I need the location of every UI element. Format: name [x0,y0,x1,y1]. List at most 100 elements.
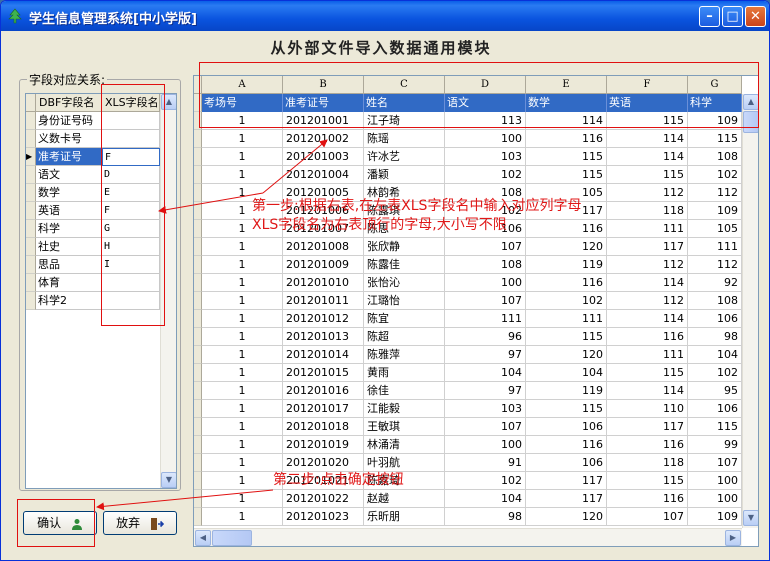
sheet-cell[interactable]: 1 [202,382,283,400]
sheet-cell[interactable]: 王敏琪 [364,418,445,436]
scroll-down-icon[interactable]: ▼ [161,472,176,488]
sheet-cell[interactable]: 201201018 [283,418,364,436]
xls-field-input[interactable]: F [102,148,160,166]
sheet-cell[interactable]: 112 [607,292,688,310]
title-bar[interactable]: 学生信息管理系统[中小学版] – □ ✕ [1,1,769,31]
sheet-cell[interactable]: 1 [202,310,283,328]
sheet-cell[interactable]: 103 [445,148,526,166]
sheet-cell[interactable]: 97 [445,382,526,400]
sheet-cell[interactable]: 106 [688,310,742,328]
sheet-cell[interactable]: 1 [202,508,283,526]
sheet-cell[interactable]: 115 [688,418,742,436]
sheet-cell[interactable]: 119 [526,256,607,274]
sheet-cell[interactable]: 106 [526,454,607,472]
sheet-cell[interactable]: 112 [607,256,688,274]
sheet-cell[interactable]: 102 [526,292,607,310]
sheet-cell[interactable]: 107 [445,418,526,436]
close-button[interactable]: ✕ [745,6,766,27]
mapping-grid[interactable]: DBF字段名 XLS字段名 身份证号码 义数卡号 ▶ 准考证号 F 语文 D 数学 E … [25,93,177,489]
sheet-cell[interactable]: 113 [445,112,526,130]
sheet-cell[interactable]: 104 [526,364,607,382]
sheet-cell[interactable]: 陈宜 [364,310,445,328]
sheet-cell[interactable]: 91 [445,454,526,472]
maximize-button[interactable]: □ [722,6,743,27]
sheet-cell[interactable]: 92 [688,274,742,292]
sheet-cell[interactable]: 100 [445,130,526,148]
sheet-cell[interactable]: 201201011 [283,292,364,310]
sheet-cell[interactable]: 111 [607,220,688,238]
sheet-cell[interactable]: 96 [445,328,526,346]
sheet-cell[interactable]: 201201013 [283,328,364,346]
sheet-cell[interactable]: 118 [607,454,688,472]
sheet-cell[interactable]: 1 [202,130,283,148]
sheet-cell[interactable]: 1 [202,436,283,454]
sheet-cell[interactable]: 1 [202,148,283,166]
sheet-cell[interactable]: 112 [688,256,742,274]
sheet-cell[interactable]: 100 [445,274,526,292]
sheet-cell[interactable]: 104 [445,490,526,508]
sheet-cell[interactable]: 102 [688,364,742,382]
sheet-cell[interactable]: 100 [688,472,742,490]
sheet-cell[interactable]: 108 [688,148,742,166]
mapping-row[interactable]: 思品 I [26,256,160,274]
sheet-cell[interactable]: 115 [526,400,607,418]
sheet-cell[interactable]: 117 [526,490,607,508]
xls-field-input[interactable]: E [102,184,160,202]
sheet-cell[interactable]: 110 [607,400,688,418]
sheet-cell[interactable]: 103 [445,400,526,418]
sheet-cell[interactable]: 乐昕朋 [364,508,445,526]
mapping-row[interactable]: 科学 G [26,220,160,238]
sheet-cell[interactable]: 许冰艺 [364,148,445,166]
xls-field-input[interactable] [102,112,160,130]
scroll-left-icon[interactable]: ◀ [195,530,211,546]
mapping-row[interactable]: 语文 D [26,166,160,184]
sheet-cell[interactable]: 1 [202,274,283,292]
sheet-cell[interactable]: 116 [526,274,607,292]
sheet-cell[interactable]: 1 [202,292,283,310]
sheet-cell[interactable]: 102 [445,166,526,184]
sheet-cell[interactable]: 98 [688,328,742,346]
scroll-up-icon[interactable]: ▲ [161,94,176,110]
sheet-cell[interactable]: 114 [607,310,688,328]
sheet-cell[interactable]: 111 [688,238,742,256]
sheet-cell[interactable]: 116 [526,436,607,454]
sheet-cell[interactable]: 赵越 [364,490,445,508]
hscroll-thumb[interactable] [212,530,252,546]
sheet-cell[interactable]: 201201022 [283,490,364,508]
sheet-cell[interactable]: 115 [607,112,688,130]
sheet-cell[interactable]: 115 [607,364,688,382]
sheet-cell[interactable]: 120 [526,508,607,526]
xls-field-input[interactable] [102,292,160,310]
sheet-cell[interactable]: 111 [445,310,526,328]
scroll-right-icon[interactable]: ▶ [725,530,741,546]
sheet-cell[interactable]: 107 [445,292,526,310]
sheet-cell[interactable]: 黄雨 [364,364,445,382]
mapping-row[interactable]: 义数卡号 [26,130,160,148]
sheet-cell[interactable]: 111 [526,310,607,328]
mapping-row[interactable]: 社史 H [26,238,160,256]
sheet-cell[interactable]: 100 [688,490,742,508]
sheet-cell[interactable]: 1 [202,238,283,256]
xls-field-input[interactable]: G [102,220,160,238]
sheet-cell[interactable]: 陈雅萍 [364,346,445,364]
sheet-cell[interactable]: 109 [688,508,742,526]
sheet-cell[interactable]: 1 [202,454,283,472]
sheet-cell[interactable]: 201201002 [283,130,364,148]
mapping-row-selected[interactable]: ▶ 准考证号 F [26,148,160,166]
xls-field-input[interactable]: F [102,202,160,220]
sheet-cell[interactable]: 201201023 [283,508,364,526]
sheet-cell[interactable]: 201201017 [283,400,364,418]
sheet-cell[interactable]: 201201016 [283,382,364,400]
sheet-cell[interactable]: 116 [526,130,607,148]
sheet-cell[interactable]: 201201012 [283,310,364,328]
sheet-cell[interactable]: 201201008 [283,238,364,256]
xls-field-input[interactable] [102,274,160,292]
sheet-cell[interactable]: 张欣静 [364,238,445,256]
sheet-cell[interactable]: 张怡沁 [364,274,445,292]
sheet-cell[interactable]: 99 [688,436,742,454]
sheet-cell[interactable]: 118 [607,202,688,220]
sheet-cell[interactable]: 104 [445,364,526,382]
sheet-cell[interactable]: 117 [607,418,688,436]
sheet-cell[interactable]: 115 [688,130,742,148]
sheet-cell[interactable]: 119 [526,382,607,400]
